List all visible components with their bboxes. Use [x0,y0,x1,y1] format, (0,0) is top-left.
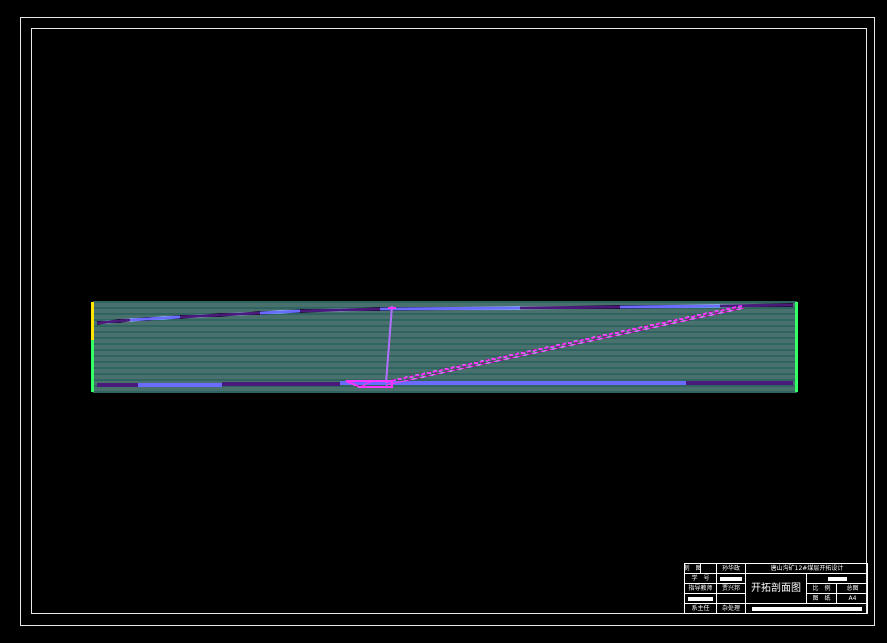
tb-label-drawn-by: 制 图 [685,564,701,574]
right-edge-green [795,302,798,392]
development-section-drawing [91,301,798,393]
tb-value-dept-head: 杂处理 [717,604,746,614]
tb-value-drawn-by: 孙华政 [717,564,746,574]
upper-coal-seam-segment [719,303,794,308]
left-edge-green [91,340,94,392]
tb-label-dept-head: 系主任 [685,604,717,614]
tb-label-student-id: 学 号 [685,574,717,584]
tb-drawing-name: 开拓剖面图 [746,574,807,604]
upper-coal-seam-segment [379,306,521,311]
left-edge-yellow [91,302,94,340]
tb-bottom-bar [746,604,868,614]
tb-label-ratio: 比 例 [807,584,837,594]
upper-coal-seam-segment [519,305,621,310]
tb-blank-top-right [807,574,868,584]
tb-label-advisor: 指导教师 [685,584,717,594]
blank-fill [688,596,713,601]
tb-value-student-id [717,574,746,584]
tb-project-title: 唐山沟矿12#煤层开拓设计 [746,564,868,574]
tb-label-blank [685,594,717,604]
student-id-fill [719,576,743,581]
tb-label-drawn-by-2 [701,564,717,574]
upper-coal-seam-segment [299,307,381,313]
tb-value-advisor: 贾兴邦 [717,584,746,594]
upper-coal-seam-segment [259,309,301,315]
tb-label-sheet: 图 纸 [807,594,837,604]
top-right-fill [828,576,847,581]
tb-value-blank [717,594,746,604]
bottom-bar-fill [752,607,862,611]
tb-value-sheet: A4 [837,594,868,604]
tb-label-scale: 总图 [837,584,868,594]
upper-coal-seam-segment [619,304,721,309]
title-block: 制 图 孙华政 学 号 指导教师 贾兴邦 系主任 杂处理 唐山沟矿12#煤层开拓… [684,563,868,614]
